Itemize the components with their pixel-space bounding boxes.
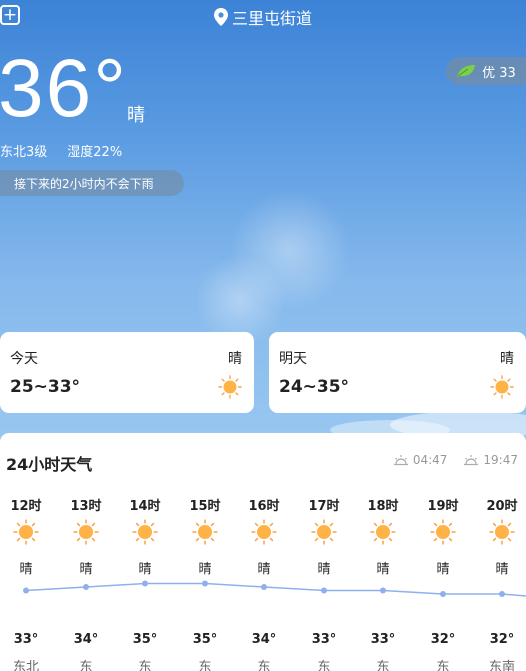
sun-icon (489, 519, 515, 545)
rain-notice-text: 接下来的2小时内不会下雨 (14, 176, 154, 191)
hour-condition: 晴 (198, 562, 212, 577)
hour-wind: 东 (138, 660, 152, 671)
hour-time: 17时 (308, 499, 340, 514)
hour-time: 16时 (248, 499, 280, 514)
hour-wind: 东 (79, 660, 93, 671)
hour-condition: 晴 (376, 562, 390, 577)
tomorrow-card[interactable]: 明天 晴 24~35° (269, 332, 526, 413)
hour-temp: 33° (311, 632, 337, 647)
aqi-label: 优 33 (482, 65, 516, 81)
day-condition: 晴 (228, 351, 242, 367)
temperature-point (83, 584, 89, 590)
hour-time: 12时 (10, 499, 42, 514)
hour-time: 20时 (486, 499, 518, 514)
sun-icon (251, 519, 277, 545)
hour-condition: 晴 (495, 562, 509, 577)
hour-wind: 东 (257, 660, 271, 671)
humidity-info: 湿度22% (67, 145, 123, 160)
day-name: 今天 (10, 351, 38, 367)
temperature-point (380, 587, 386, 594)
hour-wind: 东 (436, 660, 450, 671)
sun-icon (218, 375, 242, 399)
hour-temp: 33° (370, 632, 396, 647)
temperature-point (261, 584, 267, 590)
hour-condition: 晴 (138, 562, 152, 577)
hour-temp: 32° (489, 632, 515, 647)
hour-condition: 晴 (317, 562, 331, 577)
hour-temp: 34° (73, 632, 99, 647)
sun-icon (311, 519, 337, 545)
hour-temp: 32° (430, 632, 456, 647)
location-name: 三里屯街道 (231, 9, 312, 28)
hour-time: 14时 (129, 499, 161, 514)
day-name: 明天 (279, 351, 307, 367)
sun-icon (192, 519, 218, 545)
hourly-list: 12时 晴 33° 东北 13时 晴 34° 东 14时 晴 35° 东 15时… (0, 433, 526, 671)
today-card[interactable]: 今天 晴 25~33° (0, 332, 254, 413)
hour-condition: 晴 (79, 562, 93, 577)
temperature-point (440, 591, 446, 597)
temperature-point (499, 591, 505, 597)
sun-icon (490, 375, 514, 399)
sun-icon (73, 519, 99, 545)
hour-condition: 晴 (19, 562, 33, 577)
hour-time: 13时 (70, 499, 102, 514)
sun-icon (132, 519, 158, 545)
hourly-forecast-panel[interactable]: 24小时天气 04:47 19:47 12时 晴 33° 东北 13时 晴 34… (0, 433, 526, 671)
temperature-point (142, 580, 148, 587)
hour-wind: 东北 (12, 660, 39, 671)
temperature-point (202, 580, 208, 587)
wind-info: 东北3级 (0, 145, 48, 160)
hour-condition: 晴 (257, 562, 271, 577)
aqi-badge[interactable]: 优 33 (446, 57, 526, 85)
current-condition: 晴 (127, 105, 145, 126)
hour-temp: 34° (251, 632, 277, 647)
hour-temp: 33° (13, 632, 39, 647)
hour-wind: 东 (198, 660, 212, 671)
leaf-icon (457, 65, 476, 77)
location-header[interactable]: 三里屯街道 (0, 5, 526, 29)
hour-wind: 东南 (488, 660, 515, 671)
temperature-point (23, 587, 29, 594)
hour-time: 15时 (189, 499, 221, 514)
sun-icon (430, 519, 456, 545)
sun-icon (13, 519, 39, 545)
current-meta: 东北3级 湿度22% (0, 141, 142, 160)
hour-time: 18时 (367, 499, 399, 514)
hour-temp: 35° (132, 632, 158, 647)
day-temp-range: 24~35° (279, 377, 350, 397)
hour-temp: 35° (192, 632, 218, 647)
hour-wind: 东 (317, 660, 331, 671)
location-pin-icon (213, 8, 228, 26)
day-temp-range: 25~33° (10, 377, 81, 397)
temperature-point (321, 587, 327, 594)
hour-condition: 晴 (436, 562, 450, 577)
sun-icon (370, 519, 396, 545)
day-condition: 晴 (500, 351, 514, 367)
hour-wind: 东 (376, 660, 390, 671)
current-temperature: 36° (0, 43, 129, 134)
rain-notice[interactable]: 接下来的2小时内不会下雨 (0, 170, 184, 196)
hour-time: 19时 (427, 499, 459, 514)
